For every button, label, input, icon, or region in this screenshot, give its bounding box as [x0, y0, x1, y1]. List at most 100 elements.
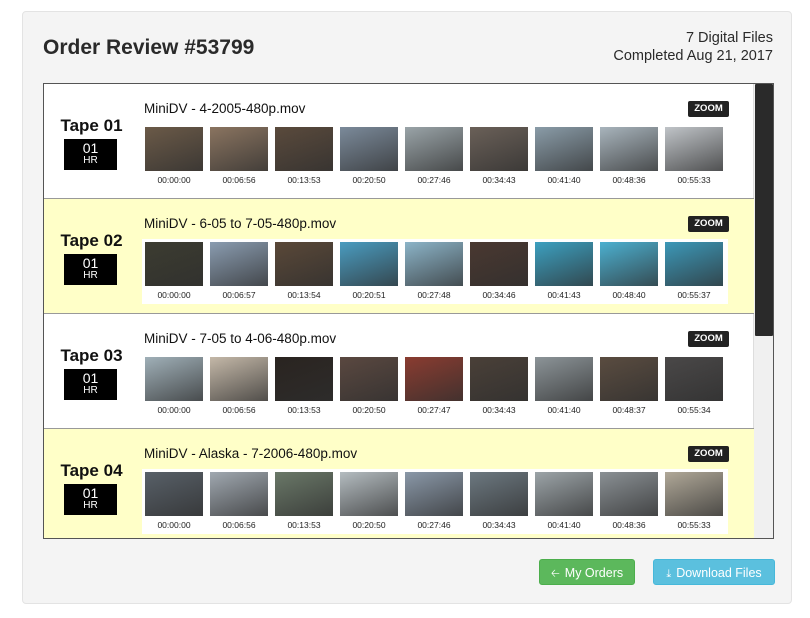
timecode-label: 00:20:51: [352, 290, 386, 300]
zoom-button[interactable]: ZOOM: [688, 446, 729, 462]
timecode-label: 00:20:50: [352, 520, 386, 530]
video-thumbnail[interactable]: [600, 127, 658, 171]
video-thumbnail[interactable]: [600, 242, 658, 286]
download-icon: ⤓: [666, 568, 672, 580]
timecode-label: 00:55:34: [677, 405, 711, 415]
duration-badge: 01 HR: [64, 369, 117, 400]
timecode-label: 00:06:56: [222, 405, 256, 415]
duration-hours: 01: [82, 140, 99, 156]
video-thumbnail[interactable]: [275, 472, 333, 516]
timecode-label: 00:48:36: [612, 175, 646, 185]
thumbnail-strip: 00:00:00 00:06:56 00:13:53 00:20:50 00:27:47…: [142, 354, 728, 419]
video-thumbnail[interactable]: [210, 242, 268, 286]
timecode-label: 00:34:43: [482, 175, 516, 185]
download-files-label: Download Files: [676, 566, 762, 580]
video-thumbnail[interactable]: [535, 357, 593, 401]
zoom-button[interactable]: ZOOM: [688, 331, 729, 347]
duration-unit: HR: [83, 155, 98, 166]
download-files-button[interactable]: ⤓ Download Files: [653, 559, 775, 585]
video-thumbnail[interactable]: [145, 357, 203, 401]
video-thumbnail[interactable]: [535, 127, 593, 171]
scrollbar-thumb[interactable]: [755, 84, 773, 336]
video-thumbnail[interactable]: [470, 127, 528, 171]
tape-row[interactable]: Tape 04 01 HR MiniDV - Alaska - 7-2006-480p…: [44, 429, 754, 538]
my-orders-button[interactable]: 🡠 My Orders: [539, 559, 635, 585]
timecode-label: 00:41:40: [547, 520, 581, 530]
file-name: MiniDV - 6-05 to 7-05-480p.mov: [144, 216, 337, 231]
video-thumbnail[interactable]: [665, 357, 723, 401]
video-thumbnail[interactable]: [665, 472, 723, 516]
video-thumbnail[interactable]: [665, 242, 723, 286]
timecode-label: 00:00:00: [157, 405, 191, 415]
timecode-label: 00:55:37: [677, 290, 711, 300]
tape-row[interactable]: Tape 02 01 HR MiniDV - 6-05 to 7-05-480p.mo…: [44, 199, 754, 314]
video-thumbnail[interactable]: [600, 357, 658, 401]
page-title: Order Review #53799: [43, 36, 255, 59]
timecode-label: 00:00:00: [157, 175, 191, 185]
video-thumbnail[interactable]: [210, 357, 268, 401]
order-meta: 7 Digital Files Completed Aug 21, 2017: [613, 29, 773, 65]
video-thumbnail[interactable]: [145, 242, 203, 286]
thumbnail-strip: 00:00:00 00:06:57 00:13:54 00:20:51 00:27:48…: [142, 239, 728, 304]
video-thumbnail[interactable]: [340, 357, 398, 401]
timecode-label: 00:00:00: [157, 290, 191, 300]
timecode-label: 00:48:36: [612, 520, 646, 530]
tape-row[interactable]: Tape 01 01 HR MiniDV - 4-2005-480p.mov ZOOM 0…: [44, 84, 754, 199]
video-thumbnail[interactable]: [535, 472, 593, 516]
zoom-button[interactable]: ZOOM: [688, 101, 729, 117]
video-thumbnail[interactable]: [275, 242, 333, 286]
scrollbar[interactable]: [753, 84, 773, 538]
timecode-label: 00:06:56: [222, 520, 256, 530]
duration-badge: 01 HR: [64, 254, 117, 285]
duration-unit: HR: [83, 385, 98, 396]
zoom-button[interactable]: ZOOM: [688, 216, 729, 232]
timecode-label: 00:20:50: [352, 175, 386, 185]
timecode-label: 00:13:53: [287, 405, 321, 415]
duration-unit: HR: [83, 270, 98, 281]
tape-row[interactable]: Tape 03 01 HR MiniDV - 7-05 to 4-06-480p.mo…: [44, 314, 754, 429]
timecode-label: 00:27:46: [417, 520, 451, 530]
file-name: MiniDV - Alaska - 7-2006-480p.mov: [144, 446, 358, 461]
video-thumbnail[interactable]: [145, 127, 203, 171]
timecode-label: 00:41:40: [547, 175, 581, 185]
video-thumbnail[interactable]: [600, 472, 658, 516]
video-thumbnail[interactable]: [535, 242, 593, 286]
timecode-label: 00:00:00: [157, 520, 191, 530]
timecode-label: 00:27:46: [417, 175, 451, 185]
video-thumbnail[interactable]: [405, 357, 463, 401]
tape-name: Tape 01: [60, 116, 123, 135]
tape-list[interactable]: Tape 01 01 HR MiniDV - 4-2005-480p.mov ZOOM 0…: [43, 83, 774, 539]
timecode-label: 00:20:50: [352, 405, 386, 415]
video-thumbnail[interactable]: [210, 472, 268, 516]
file-name: MiniDV - 4-2005-480p.mov: [144, 101, 306, 116]
video-thumbnail[interactable]: [275, 357, 333, 401]
timecode-label: 00:55:33: [677, 520, 711, 530]
video-thumbnail[interactable]: [340, 127, 398, 171]
video-thumbnail[interactable]: [470, 357, 528, 401]
video-thumbnail[interactable]: [340, 472, 398, 516]
video-thumbnail[interactable]: [405, 472, 463, 516]
timecode-label: 00:27:47: [417, 405, 451, 415]
video-thumbnail[interactable]: [665, 127, 723, 171]
timecode-label: 00:13:53: [287, 520, 321, 530]
timecode-label: 00:06:56: [222, 175, 256, 185]
video-thumbnail[interactable]: [340, 242, 398, 286]
video-thumbnail[interactable]: [470, 242, 528, 286]
duration-hours: 01: [82, 255, 99, 271]
duration-unit: HR: [83, 500, 98, 511]
duration-hours: 01: [82, 370, 99, 386]
timecode-label: 00:34:43: [482, 520, 516, 530]
video-thumbnail[interactable]: [145, 472, 203, 516]
thumbnail-strip: 00:00:00 00:06:56 00:13:53 00:20:50 00:27:46…: [142, 124, 728, 189]
file-name: MiniDV - 7-05 to 4-06-480p.mov: [144, 331, 337, 346]
my-orders-label: My Orders: [564, 566, 624, 580]
timecode-label: 00:55:33: [677, 175, 711, 185]
video-thumbnail[interactable]: [405, 127, 463, 171]
video-thumbnail[interactable]: [405, 242, 463, 286]
duration-badge: 01 HR: [64, 139, 117, 170]
timecode-label: 00:34:43: [482, 405, 516, 415]
video-thumbnail[interactable]: [470, 472, 528, 516]
video-thumbnail[interactable]: [210, 127, 268, 171]
timecode-label: 00:34:46: [482, 290, 516, 300]
video-thumbnail[interactable]: [275, 127, 333, 171]
